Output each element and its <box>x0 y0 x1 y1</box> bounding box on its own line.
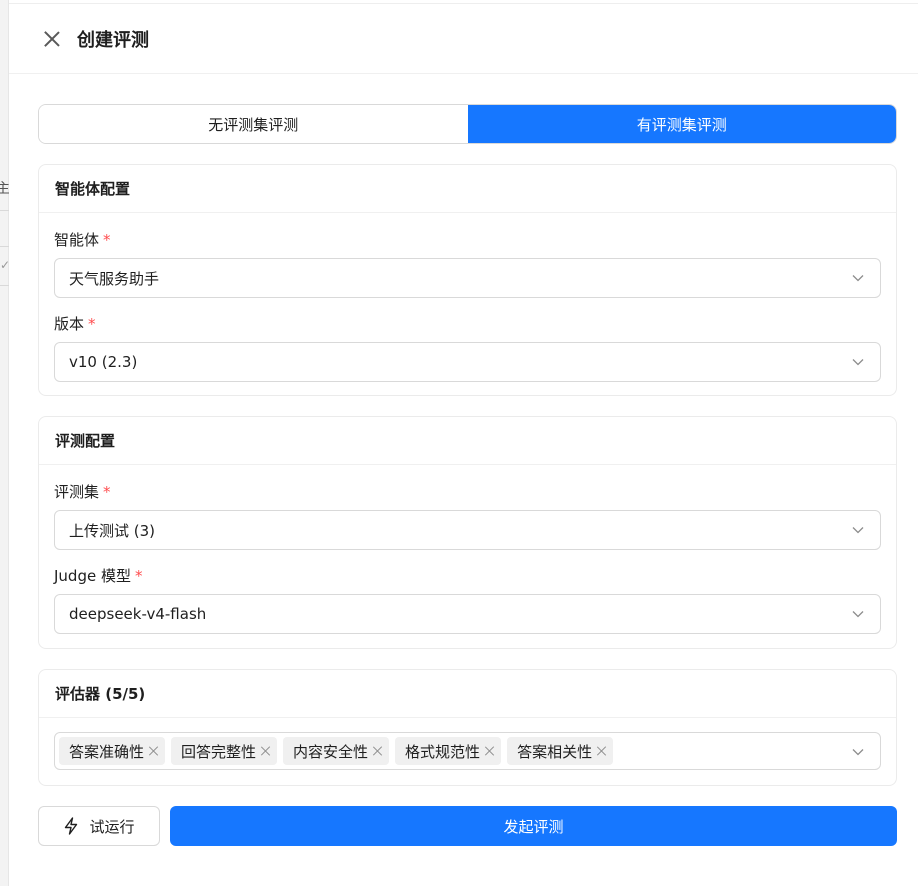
tab-with-dataset[interactable]: 有评测集评测 <box>467 105 896 143</box>
close-icon[interactable] <box>41 28 63 50</box>
background-divider <box>0 210 9 211</box>
tag-close-icon[interactable] <box>485 746 495 756</box>
chevron-down-icon <box>852 527 864 534</box>
required-mark: * <box>103 230 111 249</box>
chevron-down-icon <box>852 749 864 756</box>
evaluator-tag: 格式规范性 <box>395 737 502 765</box>
evaluators-card: 评估器 (5/5) 答案准确性 回答完整性 内容安全性 格式规范性 答案相关性 <box>38 669 897 786</box>
agent-select-value: 天气服务助手 <box>69 269 160 288</box>
agent-field-label: 智能体 * <box>54 227 881 252</box>
judge-label-text: Judge 模型 <box>54 567 131 585</box>
dataset-select[interactable]: 上传测试 (3) <box>54 510 881 550</box>
tag-close-icon[interactable] <box>261 746 271 756</box>
version-field-label: 版本 * <box>54 311 881 336</box>
drawer-title: 创建评测 <box>77 29 149 51</box>
bolt-icon <box>65 817 78 835</box>
agent-config-title: 智能体配置 <box>39 165 896 213</box>
tag-label: 答案准确性 <box>69 742 145 761</box>
evaluator-tag: 答案相关性 <box>507 737 614 765</box>
tag-close-icon[interactable] <box>597 746 607 756</box>
dataset-label-text: 评测集 <box>54 483 100 501</box>
background-divider <box>0 285 9 286</box>
version-select[interactable]: v10 (2.3) <box>54 342 881 382</box>
tag-close-icon[interactable] <box>149 746 159 756</box>
evaluators-title: 评估器 (5/5) <box>39 670 896 718</box>
chevron-down-icon <box>852 611 864 618</box>
evaluators-multiselect[interactable]: 答案准确性 回答完整性 内容安全性 格式规范性 答案相关性 <box>54 732 881 770</box>
agent-select[interactable]: 天气服务助手 <box>54 258 881 298</box>
judge-select-value: deepseek-v4-flash <box>69 605 207 623</box>
tag-label: 答案相关性 <box>517 742 593 761</box>
background-divider <box>0 246 9 247</box>
evaluator-tag: 内容安全性 <box>283 737 390 765</box>
tag-label: 内容安全性 <box>293 742 369 761</box>
dataset-field-label: 评测集 * <box>54 479 881 504</box>
tab-without-dataset[interactable]: 无评测集评测 <box>39 105 468 143</box>
judge-field-label: Judge 模型 * <box>54 563 881 588</box>
eval-config-card: 评测配置 评测集 * 上传测试 (3) Judge 模型 * deepseek-v4… <box>38 416 897 649</box>
judge-model-select[interactable]: deepseek-v4-flash <box>54 594 881 634</box>
version-label-text: 版本 <box>54 315 85 333</box>
version-select-value: v10 (2.3) <box>69 353 138 371</box>
agent-config-card: 智能体配置 智能体 * 天气服务助手 版本 * v10 (2.3) <box>38 164 897 396</box>
required-mark: * <box>134 566 143 585</box>
chevron-down-icon <box>852 359 864 366</box>
evaluation-mode-tabs: 无评测集评测 有评测集评测 <box>38 104 897 144</box>
drawer-footer: 试运行 发起评测 <box>38 806 897 846</box>
evaluator-tag: 答案准确性 <box>59 737 166 765</box>
dataset-select-value: 上传测试 (3) <box>69 521 156 540</box>
create-evaluation-drawer: 创建评测 无评测集评测 有评测集评测 智能体配置 智能体 * 天气服务助手 版本 *… <box>9 3 918 886</box>
submit-evaluation-button[interactable]: 发起评测 <box>170 806 897 846</box>
required-mark: * <box>88 314 96 333</box>
tag-close-icon[interactable] <box>373 746 383 756</box>
evaluator-tag: 回答完整性 <box>171 737 278 765</box>
background-page: 主 ✓ <box>0 0 10 886</box>
drawer-header: 创建评测 <box>9 4 918 74</box>
chevron-down-icon <box>852 275 864 282</box>
tag-label: 回答完整性 <box>181 742 257 761</box>
required-mark: * <box>103 482 111 501</box>
try-run-label: 试运行 <box>89 817 135 836</box>
eval-config-title: 评测配置 <box>39 417 896 465</box>
tag-label: 格式规范性 <box>405 742 481 761</box>
try-run-button[interactable]: 试运行 <box>38 806 160 846</box>
agent-label-text: 智能体 <box>54 231 100 249</box>
